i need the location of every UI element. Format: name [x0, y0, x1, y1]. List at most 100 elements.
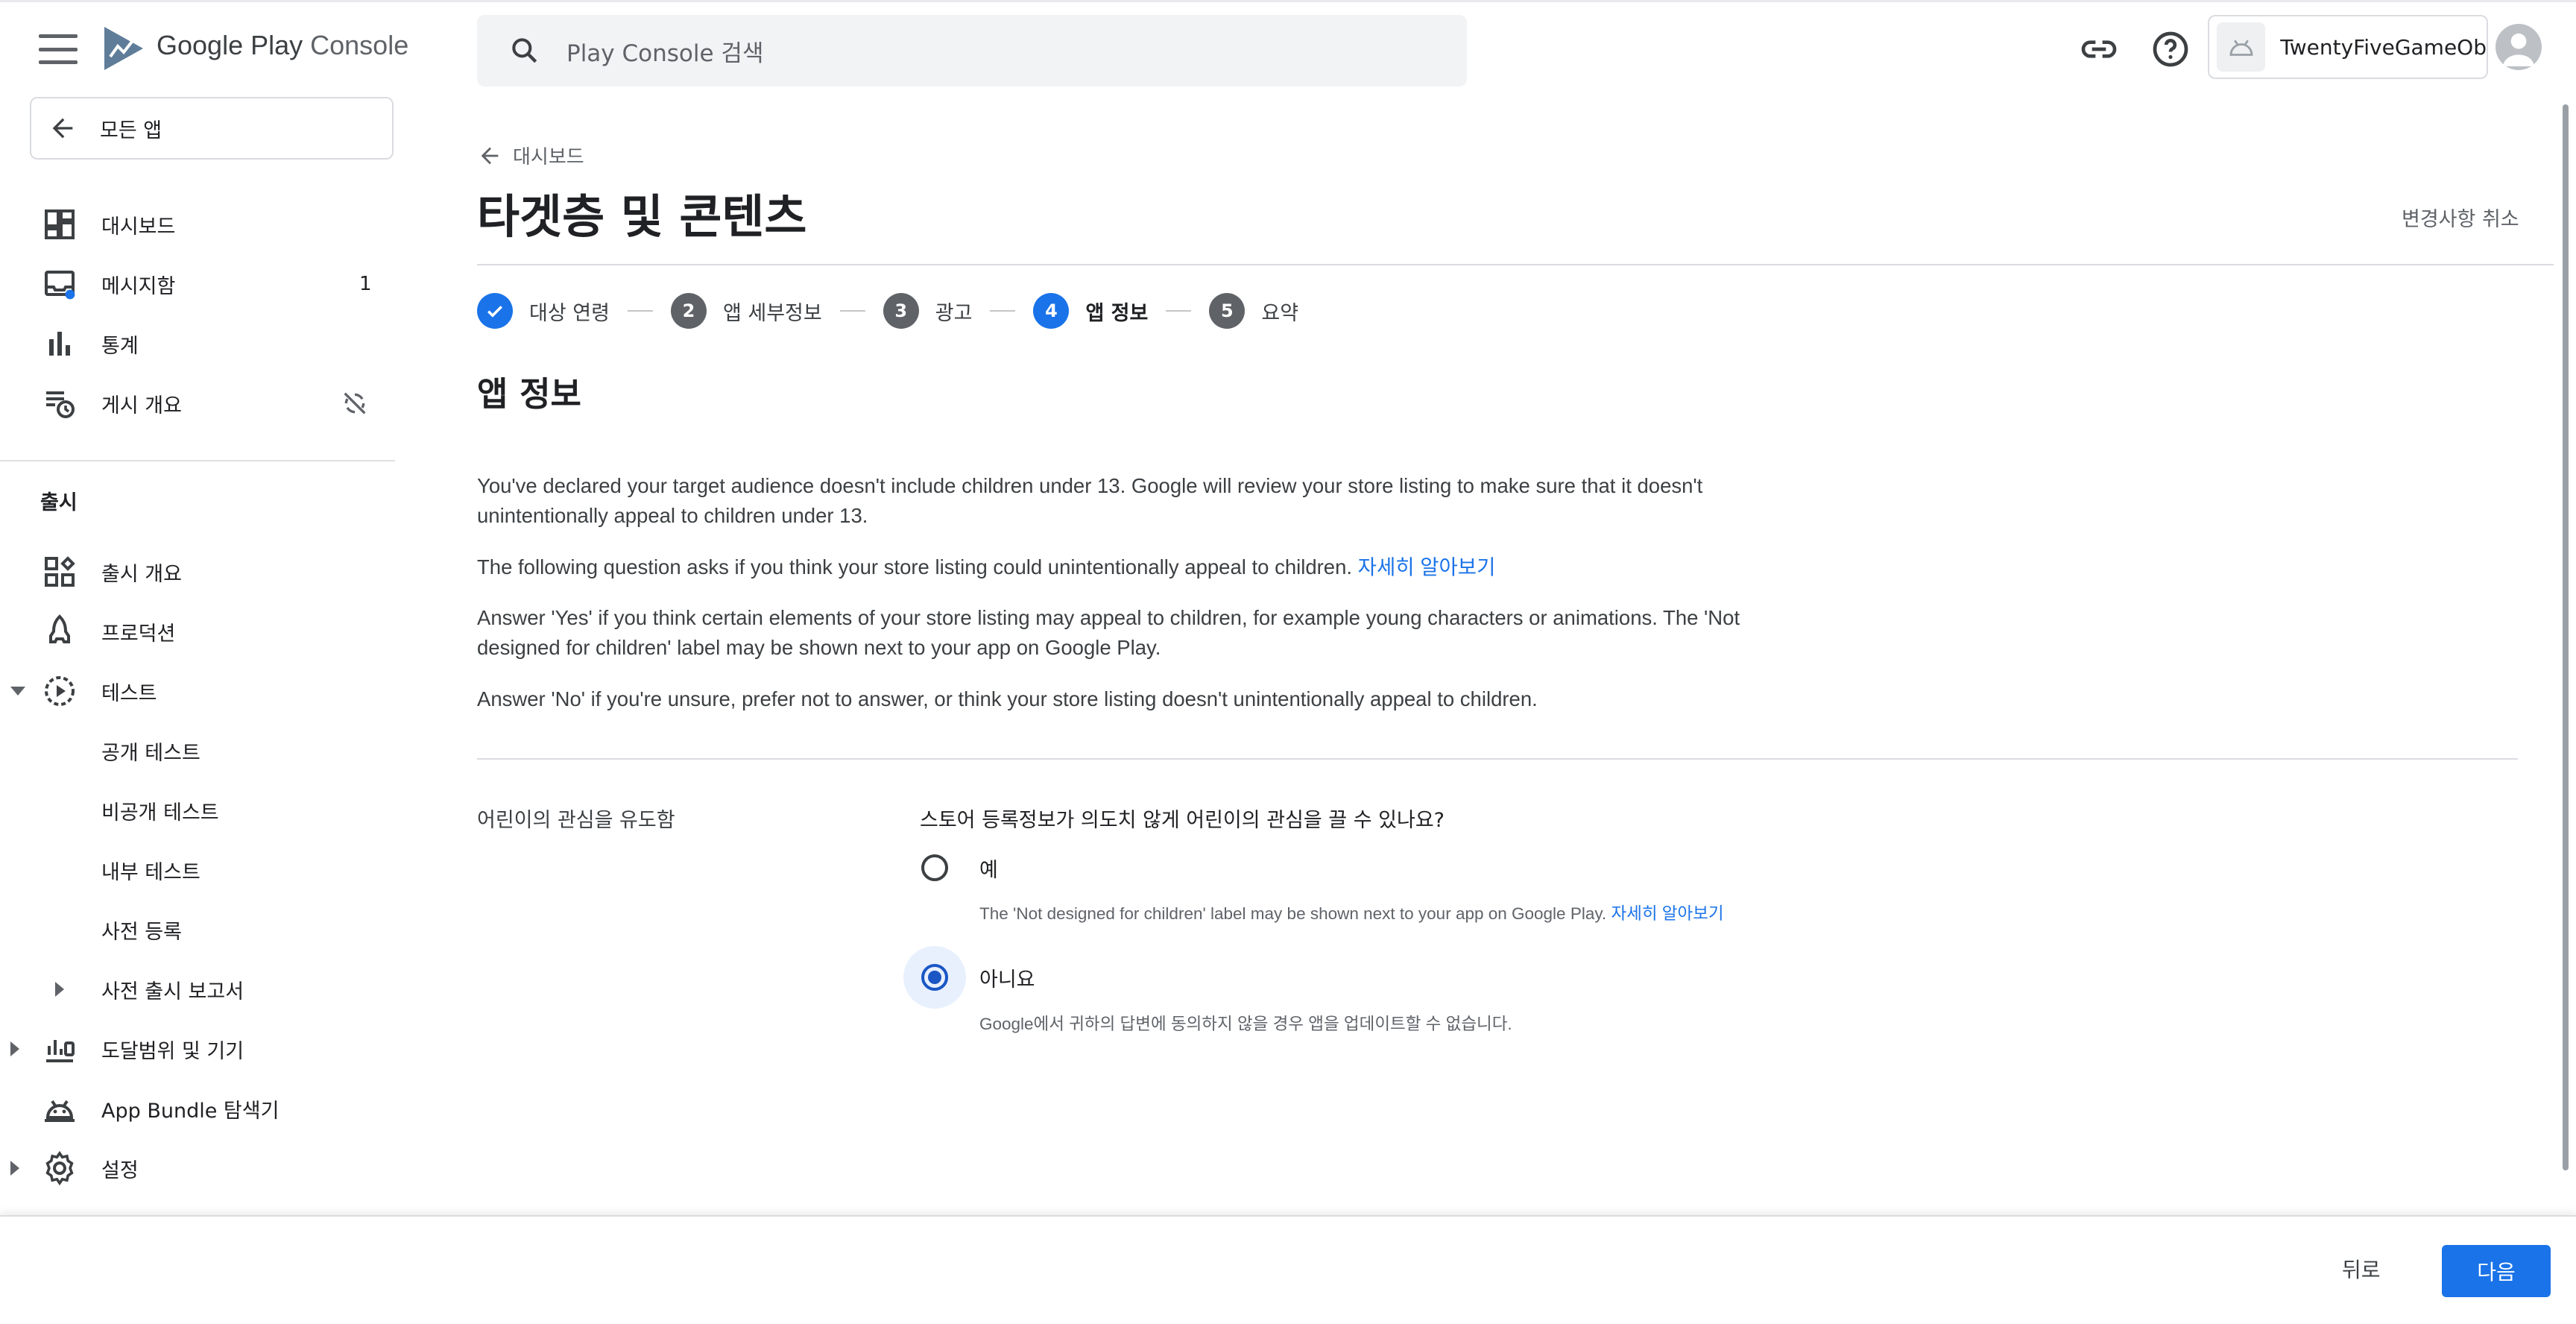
avatar[interactable] — [2496, 24, 2542, 70]
learn-more-link[interactable]: 자세히 알아보기 — [1611, 904, 1723, 923]
stepper: 대상 연령 2 앱 세부정보 3 광고 4 앱 정보 5 요약 — [477, 291, 1298, 331]
expand-arrow-icon[interactable] — [55, 982, 64, 997]
step-target-age[interactable]: 대상 연령 — [477, 293, 610, 329]
intro-paragraph: You've declared your target audience doe… — [477, 474, 1703, 527]
sidebar-item-pre-registration[interactable]: 사전 등록 — [0, 904, 395, 956]
all-apps-label: 모든 앱 — [100, 119, 162, 142]
sidebar-item-label: 도달범위 및 기기 — [101, 1039, 244, 1063]
sidebar-item-production[interactable]: 프로덕션 — [0, 605, 395, 658]
step-app-info[interactable]: 4 앱 정보 — [1033, 293, 1148, 329]
release-section-title: 출시 — [40, 491, 78, 514]
expand-arrow-icon[interactable] — [10, 1161, 19, 1176]
back-to-dashboard-link[interactable]: 대시보드 — [477, 142, 584, 169]
production-icon — [49, 614, 70, 643]
step-number: 2 — [670, 293, 707, 329]
sidebar-item-label: 사전 등록 — [101, 920, 182, 944]
footer-bar: 뒤로 다음 — [0, 1215, 2576, 1324]
no-guidance-paragraph: Answer 'No' if you're unsure, prefer not… — [477, 687, 1538, 710]
step-app-details[interactable]: 2 앱 세부정보 — [670, 293, 822, 329]
radio-button[interactable] — [921, 964, 948, 991]
app-account-name: TwentyFiveGameOb — [2280, 34, 2487, 60]
sidebar-item-label: 사전 출시 보고서 — [101, 980, 244, 1003]
sidebar-item-dashboard[interactable]: 대시보드 — [0, 198, 395, 250]
radio-yes-help-text: The 'Not designed for children' label ma… — [979, 904, 1607, 923]
yes-guidance-paragraph: Answer 'Yes' if you think certain elemen… — [477, 606, 1740, 659]
all-apps-button[interactable]: 모든 앱 — [30, 97, 394, 160]
search-icon — [512, 38, 537, 63]
step-summary[interactable]: 5 요약 — [1209, 293, 1298, 329]
app-account-switcher[interactable]: TwentyFiveGameOb — [2208, 15, 2488, 79]
link-icon[interactable] — [2078, 28, 2120, 70]
step-number: 3 — [883, 293, 919, 329]
step-ads[interactable]: 3 광고 — [883, 293, 973, 329]
content-divider — [477, 758, 2518, 760]
app-icon-placeholder — [2217, 22, 2266, 72]
sidebar-item-label: 설정 — [101, 1158, 139, 1182]
radio-label: 아니요 — [979, 968, 1035, 992]
radio-option-no[interactable]: 아니요 — [903, 946, 1035, 1009]
step-label: 광고 — [935, 301, 973, 325]
sidebar-item-app-bundle-explorer[interactable]: App Bundle 탐색기 — [0, 1082, 395, 1135]
header-divider — [477, 264, 2554, 265]
sidebar-item-testing[interactable]: 테스트 — [0, 665, 395, 717]
sidebar-item-settings[interactable]: 설정 — [0, 1142, 395, 1194]
sync-disabled-icon — [344, 392, 366, 414]
app-brand[interactable]: Google Play Console — [157, 30, 408, 61]
inbox-count-badge: 1 — [359, 273, 372, 295]
step-connector — [1166, 310, 1192, 312]
learn-more-link[interactable]: 자세히 알아보기 — [1358, 555, 1496, 579]
testing-icon — [45, 676, 75, 706]
step-label: 앱 세부정보 — [722, 301, 822, 325]
sidebar-item-statistics[interactable]: 통계 — [0, 318, 395, 370]
scrollbar[interactable] — [2563, 104, 2569, 1170]
sidebar-item-open-testing[interactable]: 공개 테스트 — [0, 725, 395, 777]
inbox-icon — [45, 271, 75, 300]
question-text: 스토어 등록정보가 의도치 않게 어린이의 관심을 끌 수 있나요? — [920, 809, 1445, 832]
sidebar-item-release-overview[interactable]: 출시 개요 — [0, 546, 395, 598]
step-number: 5 — [1209, 293, 1246, 329]
play-console-logo-icon — [104, 27, 143, 70]
brand-suffix: Console — [310, 30, 409, 60]
step-check-icon — [477, 293, 513, 329]
sidebar-item-label: 출시 개요 — [101, 562, 182, 586]
help-icon[interactable] — [2150, 28, 2191, 70]
search-input[interactable]: Play Console 검색 — [477, 15, 1467, 86]
reach-devices-icon — [46, 1040, 75, 1062]
dashboard-icon — [45, 209, 75, 239]
expand-arrow-icon[interactable] — [10, 1041, 19, 1056]
collapse-arrow-icon[interactable] — [10, 687, 25, 696]
field-label: 어린이의 관심을 유도함 — [477, 809, 675, 832]
next-button[interactable]: 다음 — [2442, 1245, 2551, 1297]
question-paragraph-text: The following question asks if you think… — [477, 555, 1353, 579]
sidebar-divider — [0, 460, 395, 461]
sidebar-item-reach-devices[interactable]: 도달범위 및 기기 — [0, 1023, 395, 1075]
step-connector — [839, 310, 865, 312]
sidebar-item-label: 테스트 — [101, 681, 157, 705]
step-label: 대상 연령 — [529, 301, 610, 325]
menu-icon[interactable] — [39, 34, 78, 64]
step-connector — [990, 310, 1016, 312]
sidebar-item-internal-testing[interactable]: 내부 테스트 — [0, 844, 395, 896]
sidebar-item-publishing-overview[interactable]: 게시 개요 — [0, 377, 395, 429]
radio-halo — [903, 946, 966, 1009]
radio-option-yes[interactable]: 예 — [903, 836, 998, 899]
radio-no-help: Google에서 귀하의 답변에 동의하지 않을 경우 앱을 업데이트할 수 없… — [979, 1015, 1512, 1033]
settings-icon — [45, 1150, 74, 1186]
sidebar-item-label: 프로덕션 — [101, 622, 176, 646]
person-icon — [2503, 33, 2534, 66]
radio-button[interactable] — [921, 854, 948, 881]
back-button[interactable]: 뒤로 — [2342, 1254, 2381, 1284]
android-icon — [45, 1100, 75, 1122]
release-overview-icon — [45, 556, 75, 587]
bar-chart-icon — [49, 332, 70, 356]
sidebar-item-closed-testing[interactable]: 비공개 테스트 — [0, 784, 395, 836]
sidebar-item-label: 공개 테스트 — [101, 741, 201, 765]
sidebar-item-inbox[interactable]: 메시지함 1 — [0, 258, 395, 310]
sidebar-item-label: 메시지함 — [101, 274, 176, 298]
arrow-back-icon — [52, 118, 73, 139]
radio-halo — [903, 836, 966, 899]
search-placeholder: Play Console 검색 — [566, 40, 764, 67]
sidebar-item-pre-launch-report[interactable]: 사전 출시 보고서 — [0, 963, 395, 1015]
brand-prefix: Google Play — [157, 30, 303, 60]
discard-changes-button[interactable]: 변경사항 취소 — [2402, 203, 2519, 232]
